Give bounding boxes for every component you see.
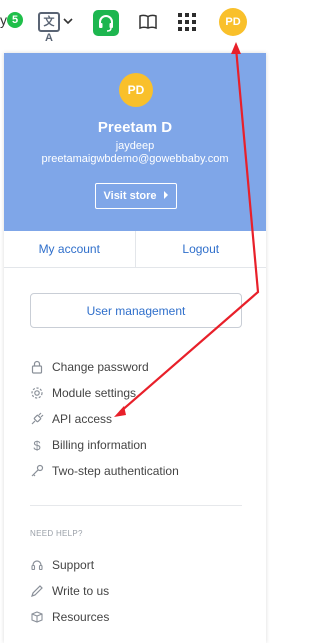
partial-text: y	[0, 12, 7, 28]
gear-icon	[30, 386, 44, 400]
account-dropdown: PD Preetam D jaydeep preetamaigwbdemo@go…	[4, 53, 266, 643]
box-icon	[30, 610, 44, 624]
help-item-label: Write to us	[52, 584, 110, 598]
user-avatar-button[interactable]: PD	[219, 8, 247, 36]
menu-item-two-step-authentication[interactable]: Two-step authentication	[30, 462, 179, 480]
user-email: preetamaigwbdemo@gowebbaby.com	[41, 153, 229, 165]
menu-item-label: API access	[52, 412, 113, 426]
menu-item-label: Change password	[52, 360, 149, 374]
menu-item-label: Module settings	[52, 386, 137, 400]
book-icon[interactable]	[138, 12, 158, 32]
help-item-resources[interactable]: Resources	[30, 608, 109, 626]
lock-icon	[30, 360, 44, 374]
visit-store-label: Visit store	[103, 190, 157, 202]
dollar-icon: $	[33, 437, 41, 453]
help-item-write-to-us[interactable]: Write to us	[30, 582, 109, 600]
divider	[30, 505, 242, 506]
menu-item-api-access[interactable]: API access	[30, 410, 112, 428]
chevron-down-icon	[63, 17, 73, 28]
user-management-button[interactable]: User management	[30, 293, 242, 328]
help-item-label: Support	[52, 558, 95, 572]
language-switch-button[interactable]: 文A	[38, 10, 76, 44]
menu-item-module-settings[interactable]: Module settings	[30, 384, 136, 402]
logout-link[interactable]: Logout	[134, 231, 267, 267]
user-name: Preetam D	[97, 119, 173, 136]
menu-item-label: Billing information	[52, 438, 147, 452]
support-chat-button[interactable]	[93, 10, 119, 36]
apps-grid-icon[interactable]	[178, 13, 196, 31]
headset-icon	[30, 558, 44, 572]
caret-right-icon	[163, 191, 169, 201]
need-help-heading: NEED HELP?	[30, 529, 83, 538]
help-item-label: Resources	[52, 610, 110, 624]
plug-icon	[30, 412, 44, 426]
menu-item-label: Two-step authentication	[52, 464, 179, 478]
help-item-support[interactable]: Support	[30, 556, 94, 574]
user-login: jaydeep	[115, 140, 155, 152]
profile-header: PD Preetam D jaydeep preetamaigwbdemo@go…	[4, 53, 266, 231]
avatar: PD	[119, 73, 153, 107]
account-actions: My account Logout	[4, 231, 266, 268]
menu-item-billing-information[interactable]: $ Billing information	[30, 436, 147, 454]
menu-item-change-password[interactable]: Change password	[30, 358, 149, 376]
top-bar: y 5 文A PD	[0, 0, 272, 44]
notification-count-badge[interactable]: 5	[7, 12, 23, 28]
pencil-icon	[30, 584, 44, 598]
translate-icon: 文A	[38, 12, 60, 44]
visit-store-button[interactable]: Visit store	[95, 183, 177, 209]
my-account-link[interactable]: My account	[4, 231, 135, 267]
headset-icon	[99, 15, 113, 32]
key-icon	[30, 464, 44, 478]
